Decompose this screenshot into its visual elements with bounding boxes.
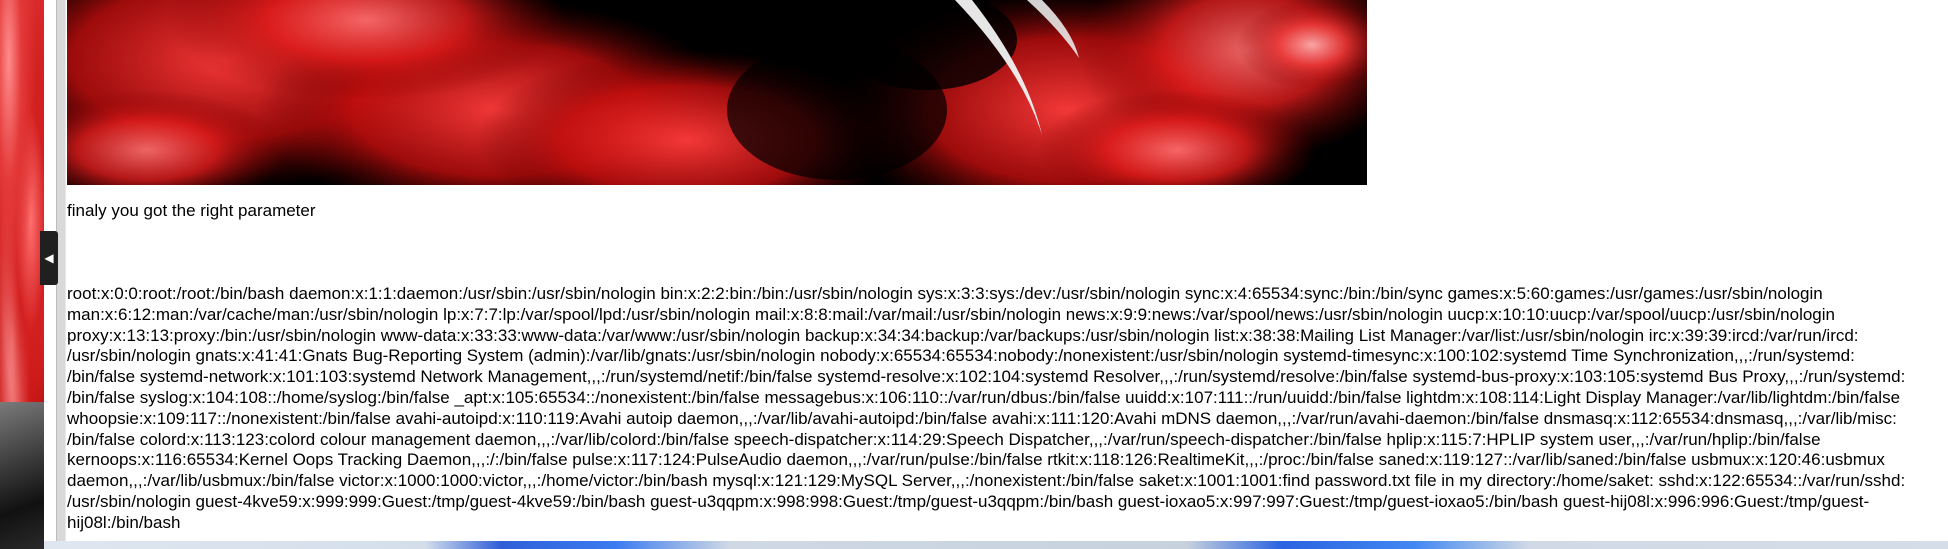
banner-image bbox=[67, 0, 1367, 185]
desktop-wallpaper-strip bbox=[0, 0, 44, 549]
collapse-panel-button[interactable]: ◀ bbox=[40, 231, 58, 285]
passwd-line: /usr/sbin/nologin gnats:x:41:41:Gnats Bu… bbox=[67, 346, 1855, 366]
passwd-line: /bin/false syslog:x:104:108::/home/syslo… bbox=[67, 387, 1901, 407]
browser-page: ◀ finaly you got the right parameter roo… bbox=[0, 0, 1948, 549]
red-smoke-banner-graphic bbox=[67, 0, 1367, 185]
passwd-line: kernoops:x:116:65534:Kernel Oops Trackin… bbox=[67, 450, 1885, 470]
passwd-line: /bin/false systemd-network:x:101:103:sys… bbox=[67, 367, 1906, 387]
passwd-line: hij08l:/bin/bash bbox=[67, 512, 181, 532]
chevron-left-icon: ◀ bbox=[44, 251, 54, 265]
result-message: finaly you got the right parameter bbox=[67, 201, 316, 220]
wallpaper-dark-area bbox=[0, 402, 44, 549]
passwd-file-output: root:x:0:0:root:/root:/bin/bash daemon:x… bbox=[67, 284, 1948, 534]
passwd-line: /bin/false colord:x:113:123:colord colou… bbox=[67, 429, 1821, 449]
passwd-line: whoopsie:x:109:117::/nonexistent:/bin/fa… bbox=[67, 408, 1897, 428]
passwd-line: root:x:0:0:root:/root:/bin/bash daemon:x… bbox=[67, 284, 1823, 303]
passwd-line: /usr/sbin/nologin guest-4kve59:x:999:999… bbox=[67, 491, 1870, 511]
passwd-line: proxy:x:13:13:proxy:/bin:/usr/sbin/nolog… bbox=[67, 325, 1859, 345]
passwd-line: daemon,,,:/var/lib/usbmux:/bin/false vic… bbox=[67, 471, 1906, 491]
taskbar-edge bbox=[44, 541, 1948, 549]
passwd-line: man:x:6:12:man:/var/cache/man:/usr/sbin/… bbox=[67, 304, 1835, 324]
wallpaper-red-smoke bbox=[0, 0, 44, 402]
